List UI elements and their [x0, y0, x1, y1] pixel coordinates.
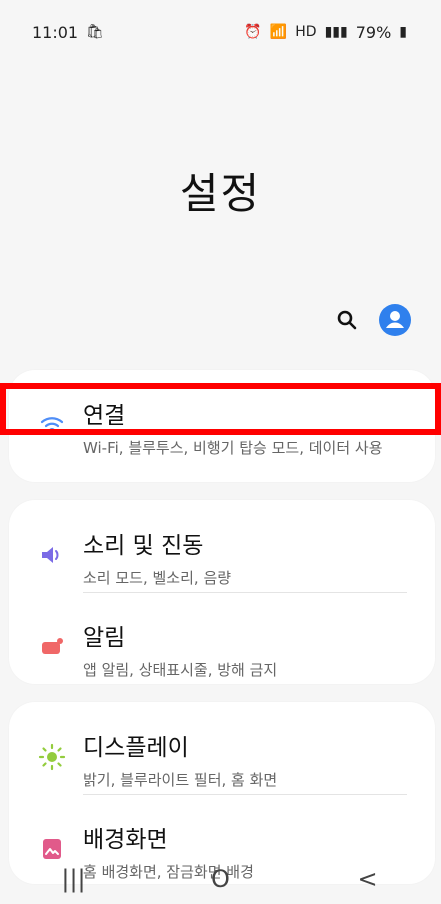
notification-icon	[38, 633, 66, 661]
settings-item-title: 연결	[83, 403, 126, 429]
settings-item-title: 알림	[83, 625, 126, 651]
battery-text: 79%	[355, 22, 392, 42]
settings-item-subtitle: Wi-Fi, 블루투스, 비행기 탑승 모드, 데이터 사용	[83, 439, 383, 457]
settings-item-subtitle: 앱 알림, 상태표시줄, 방해 금지	[83, 661, 278, 679]
page-title: 설정	[179, 169, 262, 218]
settings-item-subtitle: 소리 모드, 벨소리, 음량	[83, 569, 232, 587]
item-divider	[83, 794, 407, 795]
alarm-icon: ⏰	[244, 24, 262, 40]
back-button[interactable]: <	[328, 865, 408, 893]
status-left: 11:01 🛍	[32, 23, 104, 42]
profile-button[interactable]	[377, 302, 413, 338]
wifi-status-icon: 📶	[269, 24, 288, 40]
item-divider	[83, 592, 407, 593]
status-right: ⏰ 📶 HD ▮▮▮ 79% ▮	[244, 23, 407, 42]
shopping-bag-icon: 🛍	[86, 24, 104, 40]
sound-notification-card: 소리 및 진동 소리 모드, 벨소리, 음량 알림 앱 알림, 상태표시줄, 방…	[9, 500, 435, 684]
settings-item-subtitle: 밝기, 블루라이트 필터, 홈 화면	[83, 771, 278, 789]
settings-item-title: 디스플레이	[83, 735, 189, 761]
network-label: HD	[295, 24, 317, 40]
time-text: 11:01	[32, 22, 79, 42]
wifi-icon	[38, 411, 66, 439]
settings-item-notifications[interactable]: 알림 앱 알림, 상태표시줄, 방해 금지	[9, 602, 435, 684]
top-actions	[335, 302, 413, 338]
sound-icon	[38, 541, 66, 569]
display-icon	[38, 743, 66, 771]
settings-item-sound[interactable]: 소리 및 진동 소리 모드, 벨소리, 음량	[9, 510, 435, 602]
settings-item-connections[interactable]: 연결 Wi-Fi, 블루투스, 비행기 탑승 모드, 데이터 사용	[9, 380, 435, 472]
settings-item-title: 배경화면	[83, 827, 168, 853]
settings-item-title: 소리 및 진동	[83, 533, 204, 559]
navigation-bar: ||| O <	[0, 854, 441, 904]
search-icon	[337, 310, 357, 330]
signal-icon: ▮▮▮	[324, 24, 348, 40]
status-bar: 11:01 🛍 ⏰ 📶 HD ▮▮▮ 79% ▮	[0, 0, 441, 64]
battery-icon: ▮	[399, 24, 407, 40]
recents-button[interactable]: |||	[34, 865, 114, 893]
home-button[interactable]: O	[181, 865, 261, 893]
profile-icon	[379, 304, 411, 336]
search-button[interactable]	[335, 308, 359, 332]
connections-card: 연결 Wi-Fi, 블루투스, 비행기 탑승 모드, 데이터 사용	[9, 370, 435, 482]
settings-item-display[interactable]: 디스플레이 밝기, 블루라이트 필터, 홈 화면	[9, 712, 435, 804]
